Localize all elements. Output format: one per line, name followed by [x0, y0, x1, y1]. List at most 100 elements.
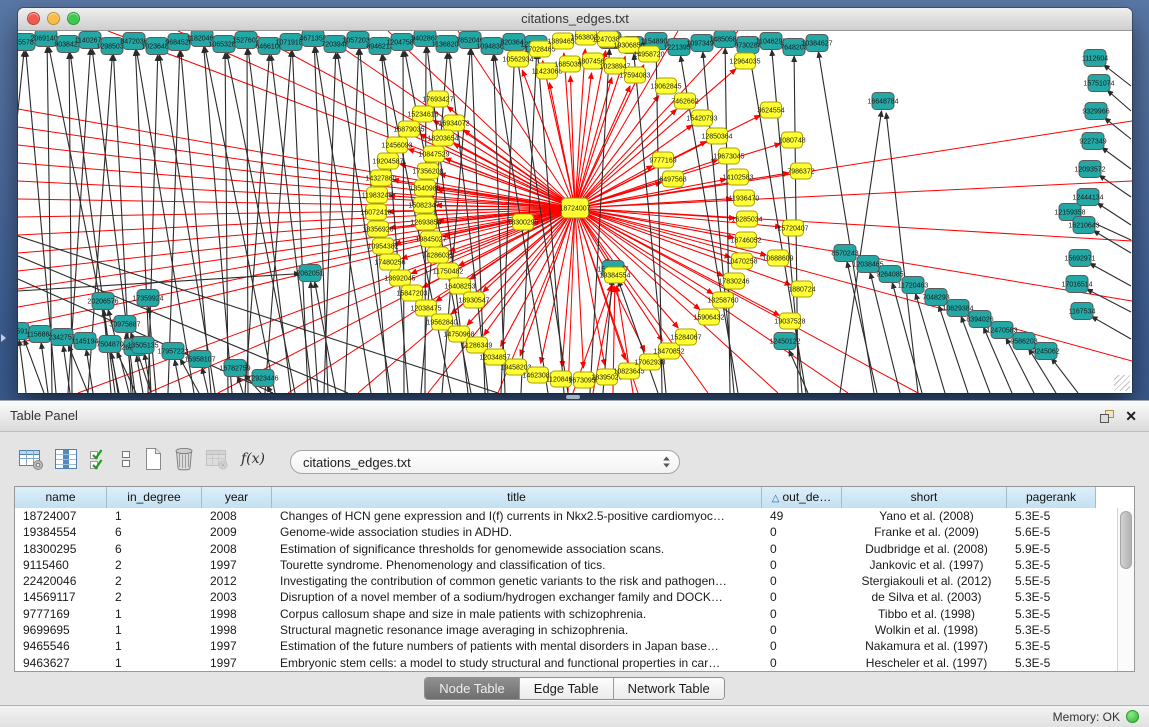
column-header-title[interactable]: title	[272, 487, 762, 508]
network-edge-black	[1097, 203, 1131, 225]
tab-node-table[interactable]: Node Table	[425, 678, 519, 699]
table-cell: 5.9E-5	[1007, 541, 1096, 557]
node-label: 12038475	[410, 305, 441, 312]
table-row[interactable]: 2242004622012Investigating the contribut…	[15, 573, 1118, 589]
window-titlebar[interactable]: citations_edges.txt	[18, 8, 1132, 31]
node-label: 1145194	[72, 338, 99, 345]
table-cell: Disruption of a novel member of a sodium…	[272, 589, 762, 605]
network-edge-black	[19, 340, 26, 393]
table-type-tabs: Node TableEdge TableNetwork Table	[424, 677, 725, 700]
table-row[interactable]: 1830029562008Estimation of significance …	[15, 541, 1118, 557]
column-header-pagerank[interactable]: pagerank	[1007, 487, 1096, 508]
table-cell: Genome-wide association studies in ADHD.	[272, 524, 762, 540]
table-row[interactable]: 1938455462009Genome-wide association stu…	[15, 524, 1118, 540]
node-label: 15847203	[396, 290, 427, 297]
network-graph[interactable]: 4055787206914069038421114026751298503484…	[18, 31, 1132, 393]
node-label: 12093572	[1074, 166, 1105, 173]
node-label: 18203654	[427, 135, 458, 142]
minimize-window-icon[interactable]	[47, 12, 60, 25]
table-cell: Tourette syndrome. Phenomenology and cla…	[272, 557, 762, 573]
table-cell: 2012	[202, 573, 272, 589]
table-cell: Estimation of the future numbers of pati…	[272, 638, 762, 654]
table-cell: 0	[762, 557, 842, 573]
node-label: 17480256	[374, 259, 405, 266]
node-label: 12850364	[701, 133, 732, 140]
node-label: 17028465	[524, 46, 555, 53]
close-panel-icon[interactable]: ✕	[1125, 407, 1137, 425]
table-cell: Structural magnetic resonance image aver…	[272, 622, 762, 638]
node-label: 18930547	[458, 297, 489, 304]
delete-rows-icon[interactable]	[173, 446, 195, 472]
node-label: 16210643	[1068, 222, 1099, 229]
table-row[interactable]: 1872400712008Changes of HCN gene express…	[15, 508, 1118, 524]
network-canvas[interactable]: 4055787206914069038421114026751298503484…	[18, 31, 1132, 393]
node-label: 15420793	[686, 115, 717, 122]
table-row[interactable]: 1456911722003Disruption of a novel membe…	[15, 589, 1118, 605]
table-cell: 2	[107, 589, 202, 605]
table-row[interactable]: 946554611997Estimation of the future num…	[15, 638, 1118, 654]
toggle-rows-icon[interactable]	[119, 447, 133, 471]
column-header-out-de-[interactable]: △out_de…	[762, 487, 842, 508]
node-label: 19673045	[713, 153, 744, 160]
column-header-short[interactable]: short	[842, 487, 1007, 508]
table-row[interactable]: 977716911998Corpus callosum shape and si…	[15, 606, 1118, 622]
node-label: 16934072	[438, 120, 469, 127]
network-edge-black	[205, 47, 275, 393]
table-cell: 2008	[202, 508, 272, 524]
node-label: 19037528	[774, 318, 805, 325]
node-label: 18300295	[507, 219, 538, 226]
node-label: 9586203	[1010, 338, 1037, 345]
table-selector-value: citations_edges.txt	[303, 455, 411, 470]
header-filler	[1096, 487, 1134, 508]
network-edge-black	[1092, 316, 1131, 339]
network-edge-black	[24, 339, 44, 393]
splitter-handle[interactable]	[566, 395, 580, 399]
network-edge-black	[1102, 148, 1131, 169]
column-header-in-degree[interactable]: in_degree	[107, 487, 202, 508]
table-cell: 1	[107, 606, 202, 622]
show-columns-icon[interactable]	[53, 447, 79, 471]
table-cell: 5.6E-5	[1007, 524, 1096, 540]
float-panel-icon[interactable]	[1099, 409, 1115, 424]
table-cell: Dudbridge et al. (2008)	[842, 541, 1007, 557]
node-label: 12038465	[852, 261, 883, 268]
table-cell: 5.3E-5	[1007, 655, 1096, 671]
table-selector[interactable]: citations_edges.txt	[290, 450, 680, 474]
node-label: 15958107	[184, 356, 215, 363]
column-header-name[interactable]: name	[15, 487, 107, 508]
tab-network-table[interactable]: Network Table	[613, 678, 724, 699]
tab-edge-table[interactable]: Edge Table	[519, 678, 613, 699]
table-cell: 5.3E-5	[1007, 606, 1096, 622]
node-label: 16782759	[219, 365, 250, 372]
close-window-icon[interactable]	[27, 12, 40, 25]
network-edge-black	[137, 356, 143, 393]
table-scrollbar[interactable]	[1117, 508, 1134, 671]
network-edge-black	[1099, 175, 1131, 197]
table-settings-icon[interactable]	[18, 447, 44, 471]
node-label: 9329966	[1082, 108, 1109, 115]
table-cell: Tibbo et al. (1998)	[842, 606, 1007, 622]
network-edge-black	[41, 343, 48, 393]
table-row[interactable]: 969969511998Structural magnetic resonanc…	[15, 622, 1118, 638]
table-scrollbar-thumb[interactable]	[1120, 511, 1132, 569]
node-label: 19562840	[426, 319, 457, 326]
node-label: 12923446	[247, 375, 278, 382]
select-all-rows-icon[interactable]	[88, 447, 110, 471]
network-edge-black	[247, 49, 248, 393]
function-builder-icon[interactable]: f(x)	[239, 451, 265, 467]
table-row[interactable]: 946362711997Embryonic stem cells: a mode…	[15, 655, 1118, 671]
table-cell: Embryonic stem cells: a model to study s…	[272, 655, 762, 671]
table-row[interactable]: 911546021997Tourette syndrome. Phenomeno…	[15, 557, 1118, 573]
node-label: 20206576	[87, 298, 118, 305]
column-header-year[interactable]: year	[202, 487, 272, 508]
panel-expander-icon[interactable]	[1, 334, 6, 342]
resize-grip-icon[interactable]	[1114, 375, 1130, 391]
node-label: 7462662	[671, 98, 698, 105]
node-label: 7048293	[922, 294, 949, 301]
create-table-icon[interactable]	[142, 446, 164, 472]
node-label: 12693850	[410, 219, 441, 226]
node-label: 11720463	[898, 282, 929, 289]
node-label: 10629384	[942, 305, 973, 312]
zoom-window-icon[interactable]	[67, 12, 80, 25]
table-cell: 5.5E-5	[1007, 573, 1096, 589]
